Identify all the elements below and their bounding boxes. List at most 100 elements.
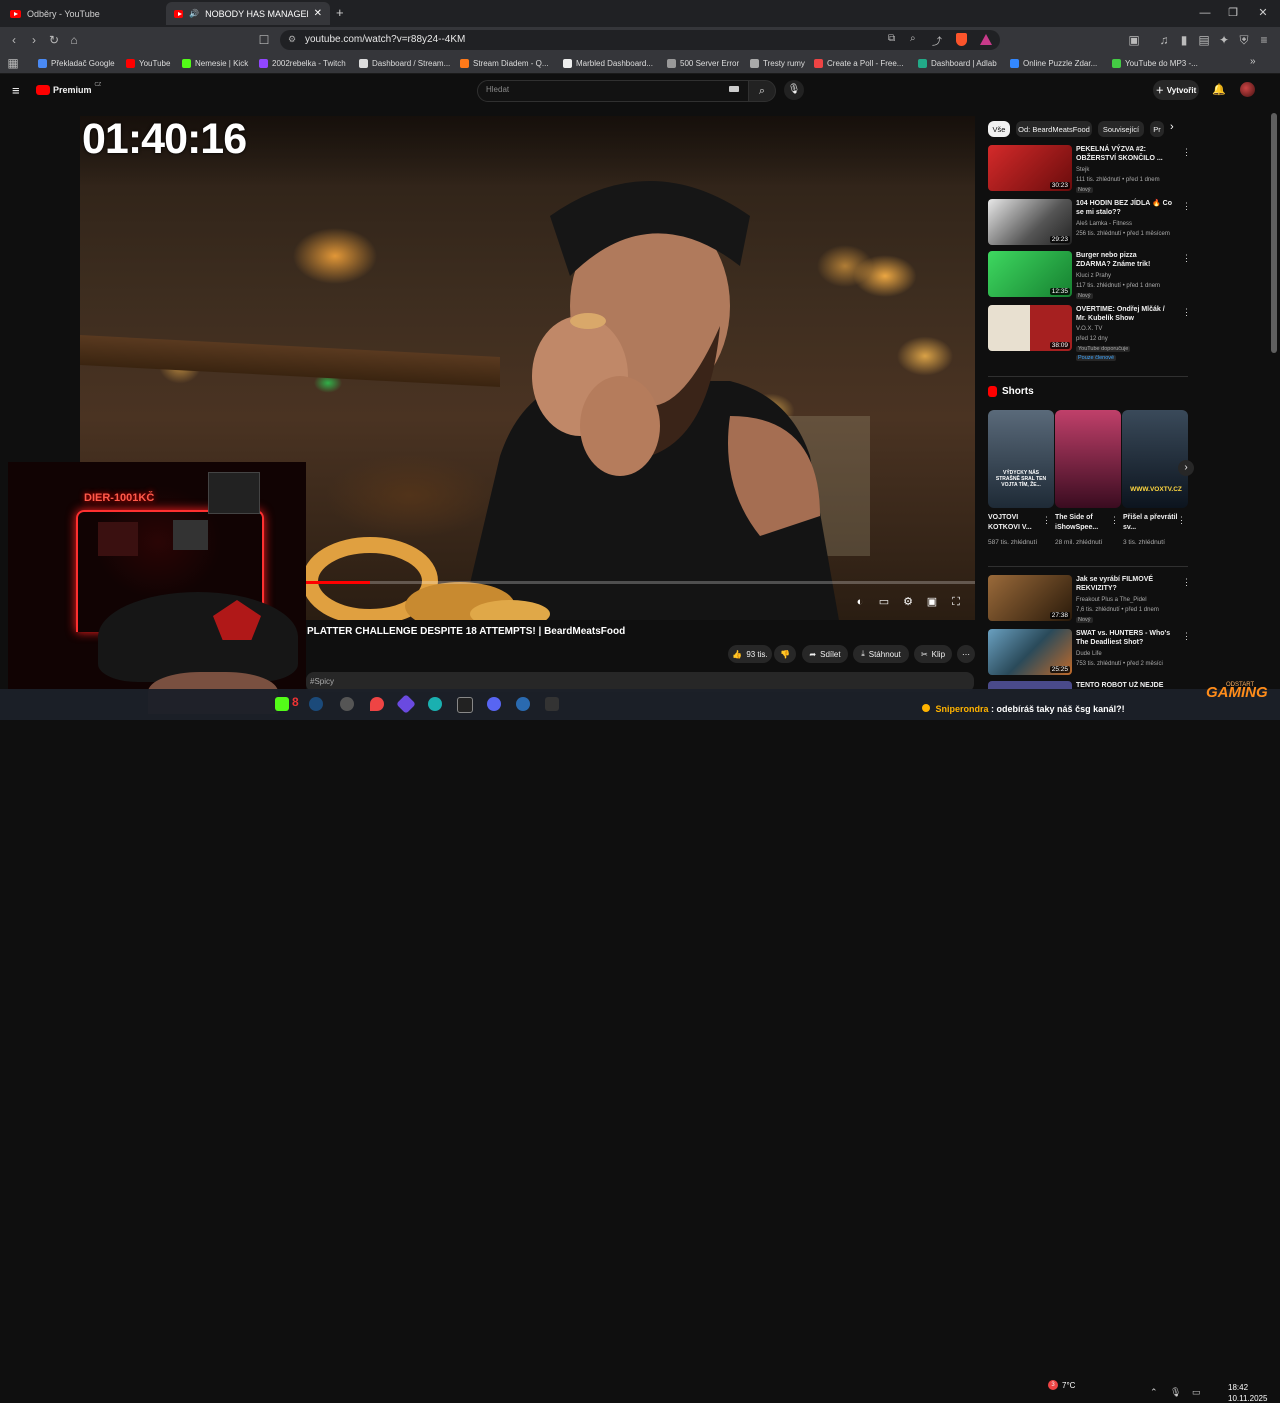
bookmark-item[interactable]: YouTube do MP3 -... <box>1112 56 1198 70</box>
bookmark-item[interactable]: Stream Diadem - Q... <box>460 56 549 70</box>
search-button[interactable]: ⌕ <box>748 80 776 102</box>
chip-all[interactable]: Vše <box>988 121 1010 137</box>
bookmark-item[interactable]: Dashboard / Stream... <box>359 56 450 70</box>
video-title[interactable]: Burger nebo pizza ZDARMA? Známe trik! <box>1076 251 1172 269</box>
bookmark-item[interactable]: Nemesie | Kick <box>182 56 248 70</box>
discord-icon[interactable] <box>487 697 501 711</box>
more-vertical-icon[interactable]: ⋮ <box>1182 201 1191 212</box>
more-vertical-icon[interactable]: ⋮ <box>1182 307 1191 318</box>
youtube-logo[interactable]: Premium CZ <box>36 82 101 95</box>
video-thumbnail[interactable] <box>988 681 1072 689</box>
miniplayer-icon[interactable]: ▣ <box>924 595 940 609</box>
subtitles-icon[interactable]: ▭ <box>876 595 892 609</box>
short-thumbnail[interactable] <box>1055 410 1121 508</box>
video-title[interactable]: SWAT vs. HUNTERS - Who's The Deadliest S… <box>1076 629 1172 647</box>
app-circle-icon[interactable] <box>516 697 530 711</box>
like-button[interactable]: 👍 93 tis. <box>728 645 772 663</box>
clock-time[interactable]: 18:42 <box>1228 1383 1248 1392</box>
autoplay-toggle-icon[interactable]: ◐ <box>852 595 868 609</box>
network-icon[interactable]: ▭ <box>1192 1387 1201 1398</box>
more-bookmarks-icon[interactable]: » <box>1250 56 1256 67</box>
channel-name[interactable]: Kluci z Prahy <box>1076 273 1111 279</box>
bookmark-item[interactable]: Create a Poll - Free... <box>814 56 903 70</box>
short-title[interactable]: Přišel a převrátil sv... <box>1123 513 1179 533</box>
new-tab-button[interactable]: + <box>336 5 344 20</box>
recommended-video[interactable]: 29:23 104 HODIN BEZ JÍDLA 🔥 Co se mi sta… <box>988 199 1191 247</box>
minimize-icon[interactable]: — <box>1194 4 1216 22</box>
video-thumbnail[interactable]: 25:25 <box>988 629 1072 675</box>
more-vertical-icon[interactable]: ⋮ <box>1182 577 1191 588</box>
recommended-video[interactable]: 38:09 OVERTIME: Ondřej Mlčák / Mr. Kubel… <box>988 305 1191 365</box>
video-title[interactable]: OVERTIME: Ondřej Mlčák / Mr. Kubelík Sho… <box>1076 305 1172 323</box>
obs-icon[interactable] <box>340 697 354 711</box>
short-thumbnail[interactable]: VÝDYCKY NÁS STRAŠNĚ SRAL TEN VOJTA TÍM, … <box>988 410 1054 508</box>
channel-name[interactable]: Stejk <box>1076 167 1089 173</box>
video-title[interactable]: 104 HODIN BEZ JÍDLA 🔥 Co se mi stalo?? <box>1076 199 1172 217</box>
tray-chevron-icon[interactable]: ⌃ <box>1150 1387 1158 1398</box>
video-title[interactable]: PEKELNÁ VÝZVA #2: OBŽERSTVÍ SKONČILO ... <box>1076 145 1172 163</box>
reader-icon[interactable]: ▮ <box>1176 32 1192 48</box>
video-thumbnail[interactable]: 29:23 <box>988 199 1072 245</box>
terminal-icon[interactable] <box>545 697 559 711</box>
tab-subscriptions[interactable]: Odběry - YouTube <box>2 2 162 25</box>
chip-from-channel[interactable]: Od: BeardMeatsFood <box>1016 121 1092 137</box>
steam-icon[interactable] <box>309 697 323 711</box>
more-vertical-icon[interactable]: ⋮ <box>1182 253 1191 264</box>
recommended-video[interactable]: TENTO ROBOT UŽ NEJDE <box>988 681 1178 689</box>
bookmark-item[interactable]: Překladač Google <box>38 56 115 70</box>
voice-search-button[interactable]: 🎙 <box>784 80 804 100</box>
channel-name[interactable]: Dude Life <box>1076 651 1102 657</box>
search-input[interactable]: Hledat <box>477 80 750 102</box>
bookmark-item[interactable]: Marbled Dashboard... <box>563 56 653 70</box>
notifications-bell-icon[interactable]: 🔔 <box>1212 83 1226 96</box>
back-icon[interactable]: ‹ <box>6 32 22 48</box>
fullscreen-icon[interactable]: ⛶ <box>948 595 964 609</box>
hamburger-menu-icon[interactable]: ≡ <box>12 83 20 98</box>
bookmark-item[interactable]: Online Puzzle Zdar... <box>1010 56 1097 70</box>
maximize-icon[interactable]: ❐ <box>1222 4 1244 22</box>
bookmark-item[interactable]: 2002rebelka - Twitch <box>259 56 346 70</box>
short-title[interactable]: VOJTOVI KOTKOVI V... <box>988 513 1044 533</box>
page-scrollbar[interactable] <box>1271 113 1277 353</box>
recommended-video[interactable]: 12:35 Burger nebo pizza ZDARMA? Známe tr… <box>988 251 1191 299</box>
shorts-next-chevron-icon[interactable]: › <box>1178 460 1194 476</box>
chips-next-chevron-icon[interactable]: › <box>1170 121 1174 133</box>
bookmark-icon[interactable]: ☐ <box>256 32 272 48</box>
ai-icon[interactable]: ✦ <box>1216 32 1232 48</box>
app-diamond-icon[interactable] <box>396 694 416 714</box>
settings-gear-icon[interactable]: ⚙ <box>900 595 916 609</box>
sidebar-panel-icon[interactable]: ▣ <box>1126 32 1142 48</box>
avatar[interactable] <box>1240 82 1255 97</box>
bookmark-item[interactable]: Tresty rumy <box>750 56 805 70</box>
maps-pin-icon[interactable] <box>370 697 384 711</box>
more-vertical-icon[interactable]: ⋮ <box>1042 515 1051 526</box>
microphone-tray-icon[interactable]: 🎙 <box>1170 1387 1181 1398</box>
epic-games-icon[interactable] <box>457 697 473 713</box>
chip-more[interactable]: Pr <box>1150 121 1164 137</box>
video-thumbnail[interactable]: 27:38 <box>988 575 1072 621</box>
video-title[interactable]: Jak se vyrábí FILMOVÉ REKVIZITY? <box>1076 575 1172 593</box>
video-thumbnail[interactable]: 30:23 <box>988 145 1072 191</box>
short-thumbnail[interactable]: WWW.VOXTV.CZ <box>1122 410 1188 508</box>
more-vertical-icon[interactable]: ⋮ <box>1182 631 1191 642</box>
recommended-video[interactable]: 27:38 Jak se vyrábí FILMOVÉ REKVIZITY? F… <box>988 575 1191 623</box>
weather-temperature[interactable]: 7°C <box>1062 1381 1075 1390</box>
wallet-icon[interactable]: ▤ <box>1196 32 1212 48</box>
media-icon[interactable]: ♫ <box>1156 32 1172 48</box>
description-hashtag[interactable]: #Spicy <box>310 677 334 686</box>
video-thumbnail[interactable]: 38:09 <box>988 305 1072 351</box>
channel-name[interactable]: Aleš Lamka - Fitness <box>1076 221 1132 227</box>
more-actions-button[interactable]: ⋯ <box>957 645 975 663</box>
menu-icon[interactable]: ≡ <box>1256 32 1272 48</box>
site-info-icon[interactable]: ⚙ <box>288 34 296 45</box>
bookmark-item[interactable]: Dashboard | Adlab <box>918 56 997 70</box>
close-tab-icon[interactable]: ✕ <box>314 8 322 19</box>
clip-button[interactable]: ✂ Klip <box>914 645 952 663</box>
recommended-video[interactable]: 25:25 SWAT vs. HUNTERS - Who's The Deadl… <box>988 629 1191 677</box>
keyboard-icon[interactable] <box>729 86 739 92</box>
share-button[interactable]: ➦ Sdílet <box>802 645 848 663</box>
apps-grid-icon[interactable]: ▦ <box>5 55 21 71</box>
download-button[interactable]: ⤓ Stáhnout <box>853 645 909 663</box>
more-vertical-icon[interactable]: ⋮ <box>1110 515 1119 526</box>
channel-name[interactable]: Freakout Plus a The_Pidel <box>1076 597 1147 603</box>
